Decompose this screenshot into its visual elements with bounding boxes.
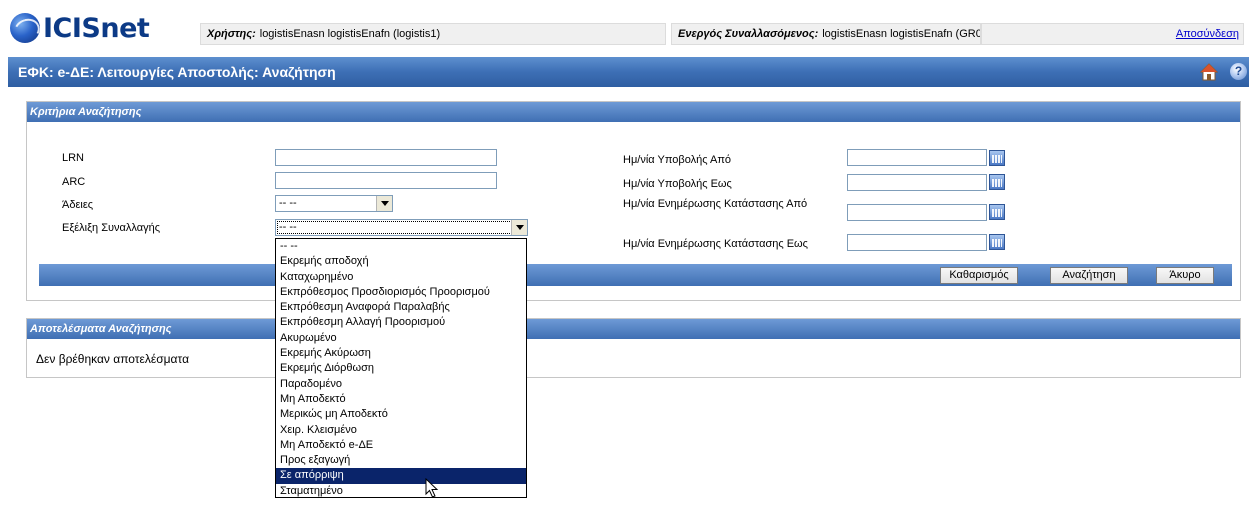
- dropdown-option[interactable]: Προς εξαγωγή: [276, 453, 526, 468]
- dropdown-option[interactable]: Εκρεμής αποδοχή: [276, 254, 526, 269]
- no-results-message: Δεν βρέθηκαν αποτελέσματα: [36, 352, 190, 366]
- logout-box: Αποσύνδεση: [981, 23, 1244, 45]
- calendar-icon[interactable]: [989, 150, 1005, 166]
- clear-button[interactable]: Καθαρισμός: [940, 267, 1018, 284]
- dropdown-option[interactable]: Εκρεμής Διόρθωση: [276, 361, 526, 376]
- page-title-bar: ΕΦΚ: e-ΔΕ: Λειτουργίες Αποστολής: Αναζήτ…: [8, 57, 1249, 87]
- cancel-button[interactable]: Άκυρο: [1156, 267, 1214, 284]
- dropdown-option[interactable]: Εκπρόθεσμη Αλλαγή Προορισμού: [276, 315, 526, 330]
- dropdown-option[interactable]: Καταχωρημένο: [276, 270, 526, 285]
- logout-link[interactable]: Αποσύνδεση: [1176, 28, 1239, 40]
- lrn-label: LRN: [62, 152, 85, 164]
- globe-logo-icon: [10, 13, 40, 43]
- top-header: ICISnet Χρήστης: logistisEnasn logistisE…: [0, 0, 1257, 50]
- calendar-icon[interactable]: [989, 234, 1005, 250]
- dropdown-option[interactable]: Μη Αποδεκτό e-ΔΕ: [276, 438, 526, 453]
- search-criteria-header: Κριτήρια Αναζήτησης: [27, 102, 1240, 122]
- search-criteria-panel: Κριτήρια Αναζήτησης LRN ARC Άδειες -- --…: [26, 101, 1241, 301]
- chevron-down-icon[interactable]: [511, 220, 527, 235]
- arc-label: ARC: [62, 176, 86, 188]
- calendar-icon[interactable]: [989, 174, 1005, 190]
- arc-input[interactable]: [275, 172, 497, 189]
- status-update-to-label: Ημ/νία Ενημέρωσης Κατάστασης Εως: [623, 238, 808, 250]
- chevron-down-icon[interactable]: [376, 196, 392, 211]
- transaction-status-dropdown-list[interactable]: -- -- Εκρεμής αποδοχή Καταχωρημένο Εκπρόθεσ…: [275, 238, 527, 498]
- submission-from-label: Ημ/νία Υποβολής Από: [623, 154, 732, 166]
- help-icon[interactable]: ?: [1230, 63, 1247, 80]
- transaction-status-select-value: -- --: [279, 221, 297, 233]
- lrn-input[interactable]: [275, 149, 497, 166]
- search-button-bar: Καθαρισμός Αναζήτηση Άκυρο: [39, 264, 1232, 286]
- active-trader-box: Ενεργός Συναλλασόμενος: logistisEnasn lo…: [671, 23, 981, 45]
- transaction-status-label: Εξέλιξη Συναλλαγής: [62, 222, 160, 234]
- dropdown-option[interactable]: Σε απόρριψη: [276, 468, 526, 484]
- dropdown-option[interactable]: Μερικώς μη Αποδεκτό: [276, 407, 526, 422]
- dropdown-option[interactable]: Μη Αποδεκτό: [276, 392, 526, 407]
- status-update-to-input[interactable]: [847, 234, 987, 251]
- status-update-from-input[interactable]: [847, 204, 987, 221]
- page-title: ΕΦΚ: e-ΔΕ: Λειτουργίες Αποστολής: Αναζήτ…: [18, 64, 336, 80]
- current-user-box: Χρήστης: logistisEnasn logistisEnafn (lo…: [200, 23, 666, 45]
- icisnet-logo: ICISnet: [10, 12, 150, 44]
- submission-to-label: Ημ/νία Υποβολής Εως: [623, 178, 732, 190]
- dropdown-option[interactable]: Ακυρωμένο: [276, 331, 526, 346]
- permits-label: Άδειες: [62, 199, 94, 211]
- user-value: logistisEnasn logistisEnafn (logistis1): [259, 28, 441, 40]
- submission-from-input[interactable]: [847, 149, 987, 166]
- search-results-header: Αποτελέσματα Αναζήτησης: [27, 319, 1240, 339]
- dropdown-option[interactable]: Εκπρόθεσμος Προσδιορισμός Προορισμού: [276, 285, 526, 300]
- logo-text: ICISnet: [43, 12, 150, 44]
- search-button[interactable]: Αναζήτηση: [1050, 267, 1128, 284]
- calendar-icon[interactable]: [989, 204, 1005, 220]
- dropdown-option[interactable]: Χειρ. Κλεισμένο: [276, 423, 526, 438]
- trader-value: logistisEnasn logistisEnafn (GR045580187…: [822, 28, 980, 40]
- mouse-cursor-icon: [425, 478, 439, 498]
- permits-select-value: -- --: [279, 197, 297, 209]
- submission-to-input[interactable]: [847, 174, 987, 191]
- dropdown-option[interactable]: Εκπρόθεσμη Αναφορά Παραλαβής: [276, 300, 526, 315]
- dropdown-option[interactable]: Εκρεμής Ακύρωση: [276, 346, 526, 361]
- status-update-from-label: Ημ/νία Ενημέρωσης Κατάστασης Από: [623, 198, 808, 210]
- user-label: Χρήστης:: [207, 28, 256, 40]
- transaction-status-select[interactable]: -- --: [275, 219, 528, 236]
- dropdown-option[interactable]: Σταματημένο: [276, 484, 526, 499]
- search-results-panel: Αποτελέσματα Αναζήτησης Δεν βρέθηκαν απο…: [26, 318, 1241, 378]
- dropdown-option[interactable]: -- --: [276, 239, 526, 254]
- home-icon[interactable]: [1200, 63, 1218, 81]
- permits-select[interactable]: -- --: [275, 195, 393, 212]
- dropdown-option[interactable]: Παραδομένο: [276, 377, 526, 392]
- trader-label: Ενεργός Συναλλασόμενος:: [678, 28, 819, 40]
